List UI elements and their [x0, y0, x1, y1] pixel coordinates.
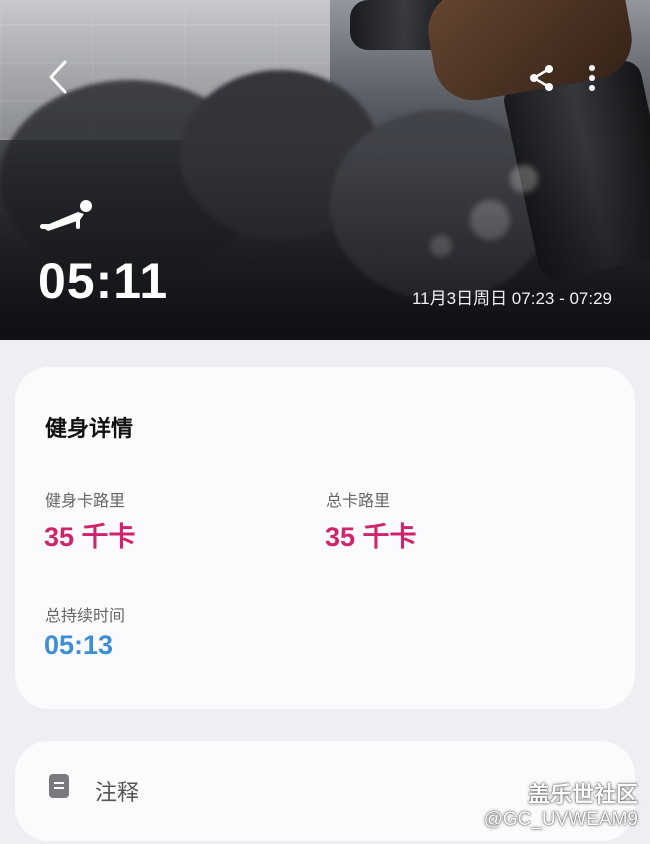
workout-calories-value: 35 千卡: [44, 522, 136, 552]
total-calories-value: 35 千卡: [325, 522, 417, 552]
total-duration-label: 总持续时间: [45, 606, 126, 625]
more-vertical-icon: [589, 65, 595, 91]
watermark-community: 盖乐世社区: [527, 782, 638, 807]
workout-duration: 05:11: [38, 253, 169, 309]
workout-details-card: 健身详情 健身卡路里 35 千卡 总卡路里 35 千卡 总持续时间 05:13: [15, 367, 635, 709]
hero-banner: 05:11 11月3日周日 07:23 - 07:29: [0, 0, 650, 340]
note-icon: [49, 774, 69, 798]
more-options-button[interactable]: [578, 58, 606, 98]
push-up-icon: [40, 200, 92, 231]
share-icon: [530, 65, 553, 91]
workout-time-range: 11月3日周日 07:23 - 07:29: [411, 289, 612, 308]
chevron-left-icon: [49, 60, 67, 94]
notes-label: 注释: [95, 781, 140, 806]
back-button[interactable]: [38, 55, 78, 99]
details-title: 健身详情: [45, 417, 134, 442]
total-duration-value: 05:13: [44, 630, 114, 660]
watermark-user: @GC_UVWEAM9: [483, 809, 638, 830]
share-button[interactable]: [524, 58, 560, 98]
workout-calories-label: 健身卡路里: [45, 491, 126, 510]
total-calories-label: 总卡路里: [326, 491, 391, 510]
